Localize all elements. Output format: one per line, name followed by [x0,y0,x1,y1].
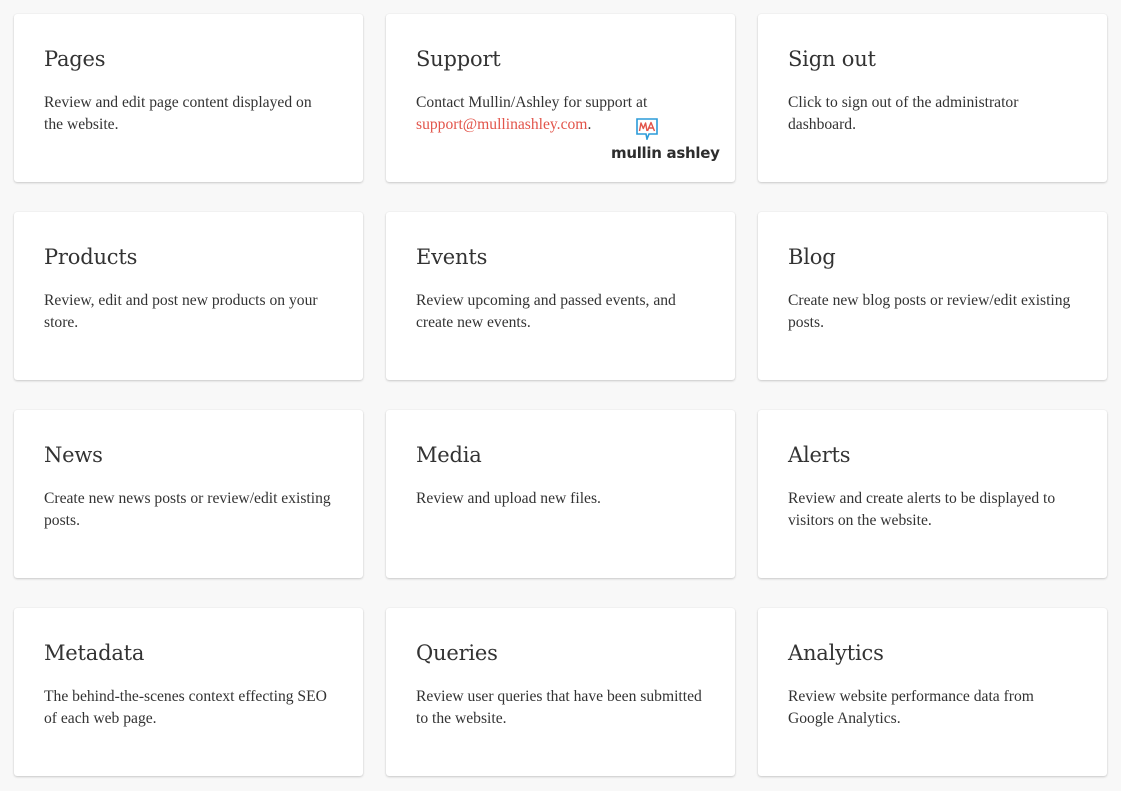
card-title: Sign out [788,47,876,71]
card-title: Products [44,245,138,269]
card-support[interactable]: Support Contact Mullin/Ashley for suppor… [386,14,735,182]
card-sign-out[interactable]: Sign out Click to sign out of the admini… [758,14,1107,182]
card-description: Review, edit and post new products on yo… [44,292,318,331]
card-title: Alerts [788,443,851,467]
card-description: Review and edit page content displayed o… [44,94,312,133]
card-description: Review and upload new files. [416,490,601,507]
support-text: Contact Mullin/Ashley for support at [416,94,648,111]
card-pages[interactable]: Pages Review and edit page content displ… [14,14,363,182]
logo-wordmark: mullin ashley [611,144,720,162]
card-title: Pages [44,47,106,71]
card-title: Analytics [788,641,884,665]
card-description: Review upcoming and passed events, and c… [416,292,676,331]
card-title: News [44,443,103,467]
card-description: Review website performance data from Goo… [788,688,1034,727]
card-title: Media [416,443,482,467]
card-title: Queries [416,641,498,665]
card-media[interactable]: Media Review and upload new files. [386,410,735,578]
card-description: Create new blog posts or review/edit exi… [788,292,1071,331]
dashboard-grid: Pages Review and edit page content displ… [0,0,1121,791]
card-blog[interactable]: Blog Create new blog posts or review/edi… [758,212,1107,380]
card-description: Review user queries that have been submi… [416,688,702,727]
card-description: Click to sign out of the administrator d… [788,94,1019,133]
card-metadata[interactable]: Metadata The behind-the-scenes context e… [14,608,363,776]
card-queries[interactable]: Queries Review user queries that have be… [386,608,735,776]
support-email-link[interactable]: support@mullinashley.com [416,116,587,133]
support-text-suffix: . [587,116,592,133]
card-title: Blog [788,245,836,269]
card-analytics[interactable]: Analytics Review website performance dat… [758,608,1107,776]
card-products[interactable]: Products Review, edit and post new produ… [14,212,363,380]
card-description: Review and create alerts to be displayed… [788,490,1056,529]
card-description: Create new news posts or review/edit exi… [44,490,331,529]
card-events[interactable]: Events Review upcoming and passed events… [386,212,735,380]
ma-logo-mark-icon [636,118,658,140]
card-title: Support [416,47,501,71]
card-title: Events [416,245,488,269]
card-title: Metadata [44,641,145,665]
card-alerts[interactable]: Alerts Review and create alerts to be di… [758,410,1107,578]
card-description: The behind-the-scenes context effecting … [44,688,327,727]
card-news[interactable]: News Create new news posts or review/edi… [14,410,363,578]
mullin-ashley-logo: mullin ashley [611,118,720,162]
